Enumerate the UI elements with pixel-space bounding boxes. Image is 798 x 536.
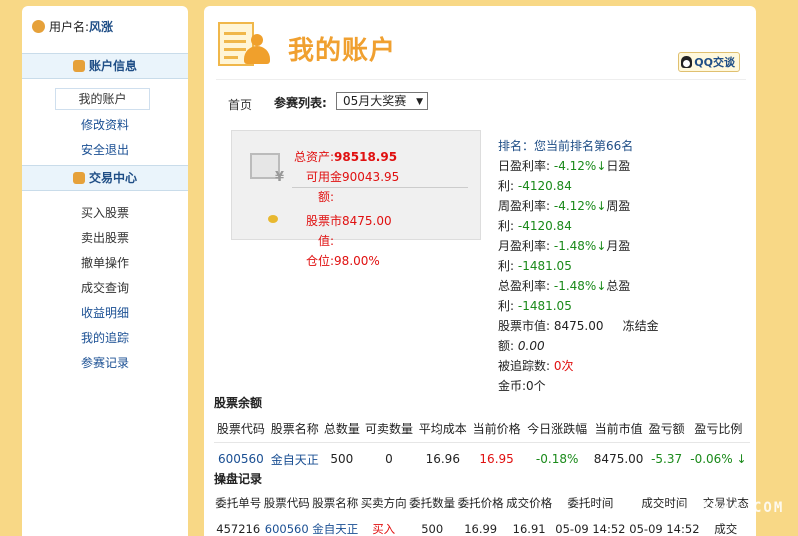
month-rate: 月盈利率: -1.48%↓月盈 <box>498 239 631 253</box>
user-name: 风涨 <box>89 20 114 34</box>
order-stock-code-link[interactable]: 600560 <box>262 516 310 536</box>
holdings-table: 股票代码 股票名称 总数量 可卖数量 平均成本 当前价格 今日涨跌幅 当前市值 盈亏额 盈亏比例 … <box>214 416 750 476</box>
table-header-row: 委托单号 股票代码 股票名称 买卖方向 委托数量 委托价格 成交价格 委托时间 成交时间 交易状态 <box>215 496 749 510</box>
week-rate: 周盈利率: -4.12%↓周盈 <box>498 199 631 213</box>
contest-select[interactable]: 05月大奖赛 ▼ <box>336 92 428 110</box>
sidebar-item-cancel[interactable]: 撤单操作 <box>22 251 188 276</box>
page-title: 我的账户 <box>288 36 397 66</box>
coins-icon <box>268 215 278 223</box>
dropdown-arrow-icon: ▼ <box>416 97 423 107</box>
sidebar-item-my-tracking[interactable]: 我的追踪 <box>22 326 188 351</box>
month-profit: 利: -1481.05 <box>498 259 572 273</box>
sidebar-item-sell[interactable]: 卖出股票 <box>22 226 188 251</box>
watermark: 178448.COM <box>680 500 785 516</box>
orders-table: 委托单号 股票代码 股票名称 买卖方向 委托数量 委托价格 成交价格 委托时间 成交时间 交易状态… <box>214 490 750 536</box>
asset-image-icon <box>250 153 284 185</box>
qq-chat-button[interactable]: QQ交谈 <box>678 52 740 72</box>
page-header: 我的账户 QQ交谈 <box>216 16 746 80</box>
total-assets: 总资产:98518.95 <box>294 150 398 164</box>
assets-summary: 总资产:98518.95 可用金90043.95 额: 股票市8475.00 值… <box>231 130 481 268</box>
trade-section-header: 交易中心 <box>22 165 188 191</box>
day-profit: 利: -4120.84 <box>498 179 572 193</box>
sidebar-item-edit-profile[interactable]: 修改资料 <box>22 113 188 138</box>
trade-nav: 买入股票 卖出股票 撤单操作 成交查询 收益明细 我的追踪 参赛记录 <box>22 201 188 376</box>
holdings-title: 股票余额 <box>214 396 263 410</box>
sidebar-item-profit-detail[interactable]: 收益明细 <box>22 301 188 326</box>
page-margin <box>768 6 798 536</box>
account-section-header: 账户信息 <box>22 53 188 79</box>
coins: 金币:0个 <box>498 379 546 393</box>
table-row: 600560 金自天正 500 0 16.96 16.95 -0.18% 847… <box>214 442 750 476</box>
sidebar-item-deals[interactable]: 成交查询 <box>22 276 188 301</box>
cash-available: 可用金90043.95 <box>306 170 400 184</box>
home-link[interactable]: 首页 <box>228 96 268 113</box>
sidebar-item-buy[interactable]: 买入股票 <box>22 201 188 226</box>
frozen-amount: 额: 0.00 <box>498 339 545 353</box>
table-header-row: 股票代码 股票名称 总数量 可卖数量 平均成本 当前价格 今日涨跌幅 当前市值 盈亏额 盈亏比例 <box>214 416 750 442</box>
user-icon <box>32 20 45 33</box>
orders-title: 操盘记录 <box>214 472 263 486</box>
account-document-icon <box>218 18 270 72</box>
account-nav: 我的账户 修改资料 安全退出 <box>22 88 188 163</box>
sidebar-item-logout[interactable]: 安全退出 <box>22 138 188 163</box>
order-stock-name-link[interactable]: 金自天正 <box>311 516 359 536</box>
stock-name-link[interactable]: 金自天正 <box>268 442 322 476</box>
day-rate: 日盈利率: -4.12%↓日盈 <box>498 159 631 173</box>
stock-market-value: 股票市8475.00 <box>306 214 392 228</box>
sidebar-item-my-account[interactable]: 我的账户 <box>55 88 150 110</box>
position-ratio: 仓位:98.00% <box>306 254 380 268</box>
total-rate: 总盈利率: -1.48%↓总盈 <box>498 279 631 293</box>
rank-text: 排名：您当前排名第66名 <box>498 139 634 153</box>
profit-stats: 排名：您当前排名第66名 日盈利率: -4.12%↓日盈 利: -4120.84… <box>498 136 678 396</box>
table-row: 457216 600560 金自天正 买入 500 16.99 16.91 05… <box>214 516 750 536</box>
user-info: 用户名:风涨 <box>32 18 113 35</box>
stock-value: 股票市值: 8475.00 冻结金 <box>498 319 659 333</box>
qq-icon <box>681 56 693 68</box>
trade-icon <box>72 172 85 184</box>
tracked-count: 被追踪数: 0次 <box>498 359 574 373</box>
sidebar: 用户名:风涨 账户信息 我的账户 修改资料 安全退出 交易中心 买入股票 卖出股… <box>22 6 188 536</box>
main-panel: 我的账户 QQ交谈 首页 参赛列表: 05月大奖赛▼ 总资产:98518.95 … <box>204 6 756 536</box>
account-icon <box>72 60 85 72</box>
contest-list-label: 参赛列表: <box>274 96 327 110</box>
week-profit: 利: -4120.84 <box>498 219 572 233</box>
sidebar-item-contest-records[interactable]: 参赛记录 <box>22 351 188 376</box>
total-profit: 利: -1481.05 <box>498 299 572 313</box>
